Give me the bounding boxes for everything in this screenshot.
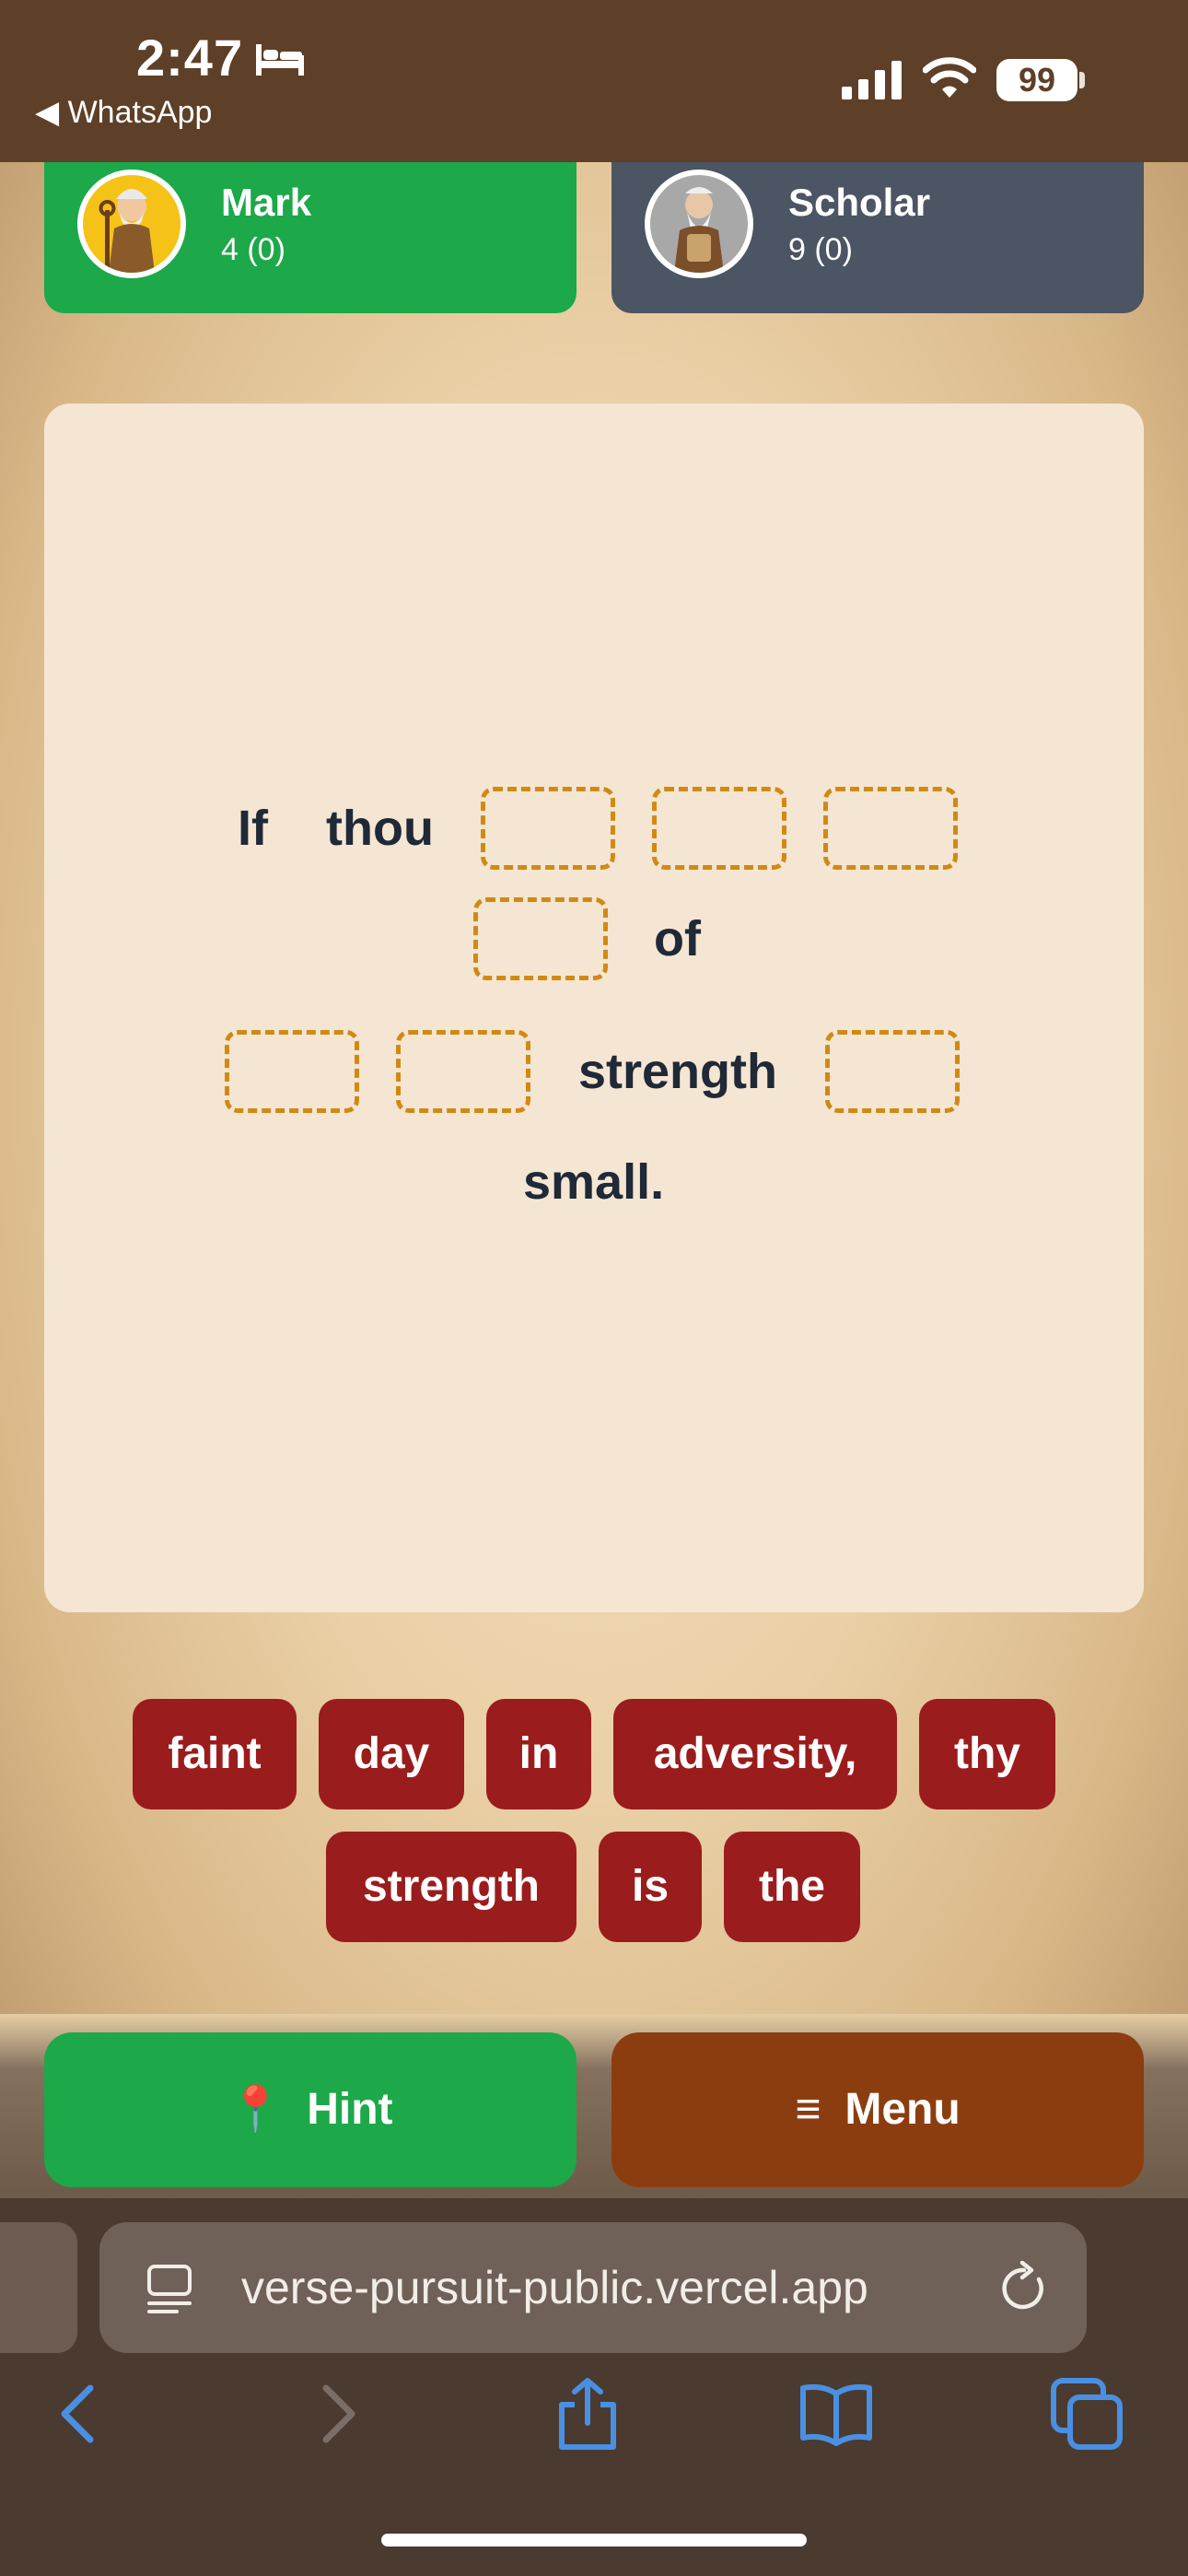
answer-slot[interactable] xyxy=(481,787,615,870)
url-text: verse-pursuit-public.vercel.app xyxy=(241,2262,868,2313)
avatar xyxy=(77,170,186,278)
player-card-mark: Mark 4 (0) xyxy=(44,162,577,313)
word-tile[interactable]: adversity, xyxy=(613,1699,897,1809)
player-card-scholar: Scholar 9 (0) xyxy=(611,162,1144,313)
word-tile[interactable]: is xyxy=(599,1832,702,1942)
scholar-avatar-icon xyxy=(674,187,724,273)
verse-word: thou xyxy=(326,801,434,856)
word-tile[interactable]: in xyxy=(486,1699,591,1809)
word-tile[interactable]: the xyxy=(724,1832,860,1942)
verse-word: strength xyxy=(578,1044,777,1099)
answer-slot[interactable] xyxy=(225,1030,359,1113)
answer-slot[interactable] xyxy=(825,1030,960,1113)
player-score: 4 (0) xyxy=(221,232,285,267)
address-bar[interactable]: verse-pursuit-public.vercel.app xyxy=(99,2222,1087,2353)
answer-slot[interactable] xyxy=(396,1030,530,1113)
bookmarks-icon[interactable] xyxy=(799,2377,873,2451)
answer-slot[interactable] xyxy=(652,787,786,870)
avatar xyxy=(645,170,753,278)
pin-icon: 📍 xyxy=(227,2085,284,2134)
forward-arrow-icon[interactable] xyxy=(300,2377,374,2451)
hamburger-icon: ≡ xyxy=(795,2085,821,2134)
hint-button[interactable]: 📍 Hint xyxy=(44,2032,577,2187)
tabs-icon[interactable] xyxy=(1050,2377,1124,2451)
back-to-app-link[interactable]: ◀ WhatsApp xyxy=(35,94,212,131)
player-name: Scholar xyxy=(788,181,931,224)
verse-line: If thou of strength small. xyxy=(44,404,1144,1612)
share-icon[interactable] xyxy=(551,2377,624,2451)
cellular-signal-icon xyxy=(842,61,902,100)
word-tile[interactable]: day xyxy=(319,1699,464,1809)
home-indicator xyxy=(381,2534,807,2547)
verse-word: small. xyxy=(523,1154,665,1210)
menu-label: Menu xyxy=(844,2085,961,2134)
word-tile[interactable]: faint xyxy=(133,1699,297,1809)
game-area: Mark 4 (0) Scholar 9 (0) If thou of stre… xyxy=(0,162,1188,2198)
verse-word: of xyxy=(654,911,701,966)
page-settings-icon[interactable] xyxy=(146,2263,193,2314)
word-tile[interactable]: thy xyxy=(919,1699,1055,1809)
verse-card: If thou of strength small. xyxy=(44,404,1144,1612)
player-score: 9 (0) xyxy=(788,232,853,267)
previous-tab-preview[interactable] xyxy=(0,2222,77,2353)
answer-slot[interactable] xyxy=(823,787,958,870)
hint-label: Hint xyxy=(307,2085,393,2134)
menu-button[interactable]: ≡ Menu xyxy=(611,2032,1144,2187)
battery-tip xyxy=(1079,72,1085,88)
answer-slot[interactable] xyxy=(473,897,608,980)
player-name: Mark xyxy=(221,181,312,224)
verse-word: If xyxy=(238,801,268,856)
word-tile[interactable]: strength xyxy=(326,1832,577,1942)
back-arrow-icon[interactable] xyxy=(42,2377,116,2451)
battery-indicator: 99 xyxy=(996,59,1077,101)
bed-icon xyxy=(256,44,304,76)
browser-toolbar: verse-pursuit-public.vercel.app xyxy=(0,2198,1188,2576)
status-time: 2:47 xyxy=(136,29,244,87)
status-bar: 2:47 ◀ WhatsApp 99 xyxy=(0,0,1188,162)
wifi-icon xyxy=(923,57,976,98)
reload-icon[interactable] xyxy=(998,2261,1050,2314)
monk-avatar-icon xyxy=(99,189,155,273)
